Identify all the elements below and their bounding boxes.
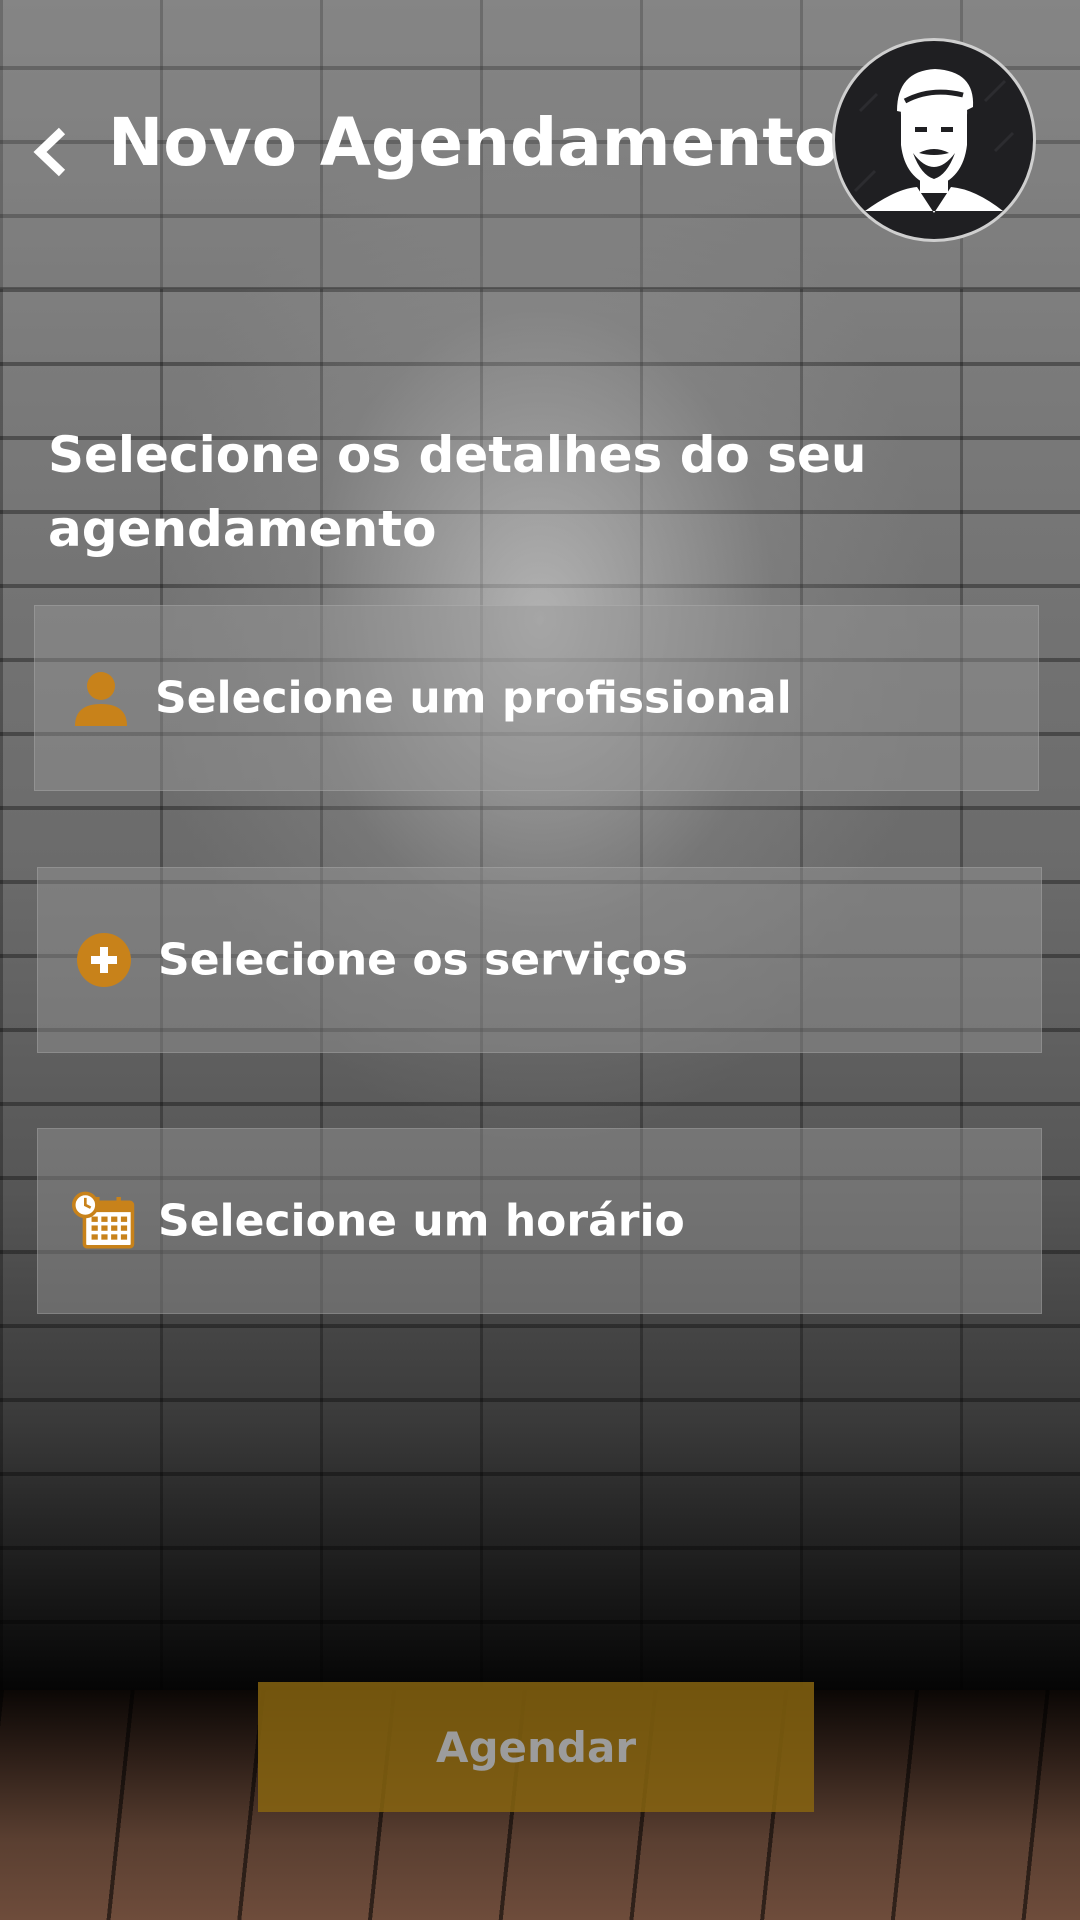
select-professional-label: Selecione um profissional <box>155 672 792 724</box>
avatar[interactable] <box>832 38 1036 242</box>
schedule-button-label: Agendar <box>435 1722 637 1772</box>
app-header: Novo Agendamento <box>0 0 1080 289</box>
chevron-left-icon <box>33 127 66 177</box>
calendar-clock-icon <box>72 1189 136 1253</box>
person-icon <box>69 666 133 730</box>
select-services-label: Selecione os serviços <box>158 934 689 986</box>
select-professional-button[interactable]: Selecione um profissional <box>34 605 1039 791</box>
barber-avatar-icon <box>853 69 1015 213</box>
section-subtitle: Selecione os detalhes do seu agendamento <box>48 426 867 558</box>
page-title: Novo Agendamento <box>108 104 840 181</box>
select-time-label: Selecione um horário <box>158 1195 685 1247</box>
select-time-button[interactable]: Selecione um horário <box>37 1128 1042 1314</box>
plus-circle-icon <box>72 928 136 992</box>
app-screen: Novo Agendamento Selecione os detalhes d… <box>0 0 1080 1920</box>
schedule-button[interactable]: Agendar <box>258 1682 814 1812</box>
back-button[interactable] <box>28 122 72 182</box>
select-services-button[interactable]: Selecione os serviços <box>37 867 1042 1053</box>
